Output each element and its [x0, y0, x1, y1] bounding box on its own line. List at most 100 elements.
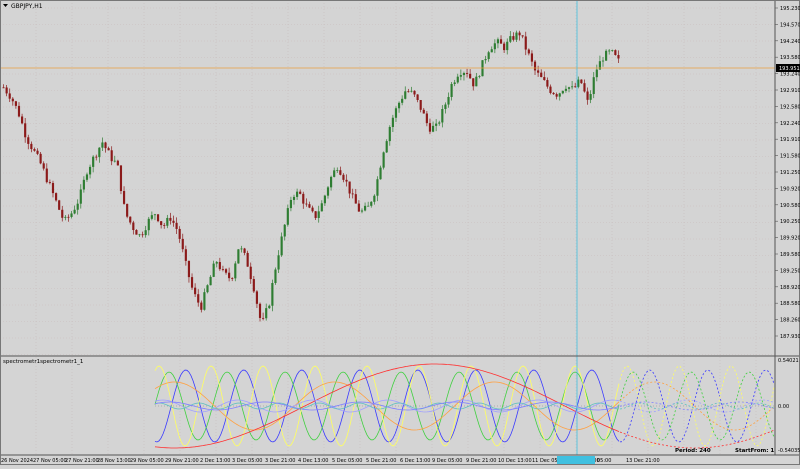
candle-body — [39, 153, 42, 164]
candle-body — [311, 207, 314, 212]
candle-body — [262, 317, 265, 319]
candle-body — [175, 222, 178, 229]
candle-body — [184, 249, 187, 261]
indicator-axis-label: -0.54035 — [778, 448, 800, 454]
candle-body — [172, 220, 175, 223]
candle-body — [11, 98, 14, 102]
candle-body — [76, 203, 79, 210]
candle-body — [181, 238, 184, 250]
candle-body — [240, 248, 243, 250]
candle-body — [385, 141, 388, 153]
candle-body — [5, 87, 8, 94]
candle-body — [367, 205, 370, 207]
candle-body — [33, 149, 36, 151]
candle-body — [549, 86, 552, 93]
candle-body — [224, 269, 228, 273]
candle-body — [348, 181, 351, 194]
candle-body — [410, 90, 413, 92]
candle-body — [558, 93, 561, 97]
candle-body — [197, 294, 200, 303]
price-axis-label: 192.580 — [780, 104, 800, 110]
candle-body — [147, 218, 150, 231]
candle-body — [289, 199, 292, 209]
candle-body — [564, 88, 568, 91]
candle-body — [345, 179, 348, 182]
candle-body — [231, 278, 234, 279]
candle-body — [8, 93, 11, 99]
candle-body — [317, 211, 320, 218]
price-axis-label: 189.580 — [780, 252, 800, 258]
candle-body — [373, 195, 376, 202]
candle-body — [268, 305, 271, 309]
symbol-label[interactable]: GBPJPY,H1 — [11, 3, 43, 10]
candle-body — [499, 39, 503, 44]
candle-body — [608, 50, 611, 52]
candle-body — [336, 170, 339, 171]
candle-body — [441, 109, 444, 123]
time-axis-label: 26 Nov 2024 — [1, 458, 33, 464]
period-label: Period: 240 — [675, 448, 711, 454]
candle-body — [438, 122, 441, 124]
price-axis-label: 194.570 — [780, 22, 800, 28]
candle-body — [435, 123, 438, 126]
time-axis-label: 5 Dec 05:00 — [332, 458, 362, 464]
candle-body — [518, 32, 521, 36]
time-axis-label: 2 Dec 13:00 — [200, 458, 230, 464]
candle-body — [605, 50, 608, 61]
candle-body — [277, 255, 280, 270]
candle-body — [104, 142, 107, 149]
candle-body — [537, 70, 540, 73]
price-axis-label: 190.920 — [780, 186, 800, 192]
candle-body — [376, 179, 379, 196]
indicator-label[interactable]: spectrometr1spectrometr1_1 — [3, 359, 83, 365]
time-axis-label: 27 Nov 21:00 — [65, 458, 99, 464]
candle-body — [160, 221, 163, 226]
time-axis-label: 9 Dec 05:00 — [432, 458, 462, 464]
candle-body — [447, 96, 450, 105]
candle-body — [533, 61, 537, 71]
price-axis-label: 192.910 — [780, 88, 800, 94]
candle-body — [419, 99, 422, 110]
candle-body — [265, 308, 268, 319]
time-axis-label: 3 Dec 21:00 — [265, 458, 295, 464]
candle-body — [401, 98, 404, 103]
candle-body — [110, 150, 113, 162]
candle-body — [342, 174, 345, 180]
candle-body — [132, 222, 135, 231]
candle-body — [187, 260, 191, 278]
candle-body — [496, 39, 500, 44]
candle-body — [614, 50, 617, 56]
candle-body — [503, 43, 506, 51]
candle-body — [122, 191, 126, 204]
startfrom-label: StartFrom: 1 — [735, 448, 774, 454]
candle-body — [206, 285, 209, 293]
candle-body — [228, 272, 231, 279]
candle-body — [450, 83, 453, 97]
candle-body — [30, 143, 33, 150]
candle-body — [475, 76, 478, 87]
candle-body — [200, 302, 203, 310]
price-axis-label: 191.250 — [780, 170, 800, 176]
candle-body — [391, 117, 394, 128]
candle-body — [246, 252, 249, 267]
time-axis-label: 27 Nov 05:00 — [33, 458, 67, 464]
candle-body — [394, 108, 398, 118]
candle-body — [407, 91, 410, 93]
price-axis-label: 194.240 — [780, 39, 800, 45]
terminal-window: GBPJPY,H1 spectrometr1spectrometr1_1 195… — [0, 0, 800, 465]
candle-body — [413, 90, 416, 95]
chart-canvas[interactable]: GBPJPY,H1 spectrometr1spectrometr1_1 195… — [0, 0, 800, 465]
candle-body — [292, 196, 296, 200]
candle-body — [540, 72, 543, 78]
time-axis-label: 4 Dec 13:00 — [298, 458, 328, 464]
candle-body — [36, 150, 39, 154]
candle-body — [119, 165, 123, 192]
price-axis-label: 191.580 — [780, 154, 800, 160]
candle-body — [163, 225, 166, 226]
price-axis-label: 190.580 — [780, 203, 800, 209]
candle-body — [431, 125, 435, 132]
candle-body — [323, 195, 326, 204]
candle-body — [552, 92, 555, 95]
candle-body — [45, 168, 48, 183]
candle-body — [283, 224, 286, 237]
